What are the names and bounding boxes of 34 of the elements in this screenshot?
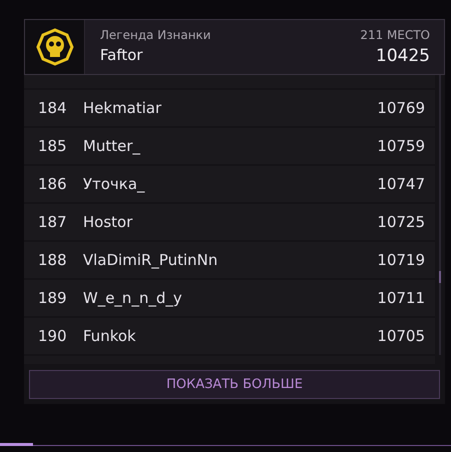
player-name: Уточка_ (83, 175, 146, 193)
leaderboard-row[interactable]: 187 Hostor 10725 (24, 204, 435, 240)
player-title: Легенда Изнанки (100, 28, 211, 42)
player-name: Mutter_ (83, 137, 142, 155)
player-name: Hekmatiar (83, 99, 162, 117)
skull-emblem-icon (36, 28, 74, 66)
score-value: 10769 (377, 99, 425, 117)
player-name: VlaDimiR_PutinNn (83, 251, 219, 269)
player-place: 211 МЕСТО (360, 28, 430, 42)
leaderboard-row[interactable]: 189 W_e_n_n_d_y 10711 (24, 280, 435, 316)
rank-number: 188 (38, 251, 68, 269)
player-name: Hostor (83, 213, 134, 231)
score-value: 10719 (377, 251, 425, 269)
score-value: 10747 (377, 175, 425, 193)
leaderboard-row[interactable]: 188 VlaDimiR_PutinNn 10719 (24, 242, 435, 278)
player-name: Funkok (83, 327, 137, 345)
player-score: 10425 (376, 46, 430, 66)
rank-number: 190 (38, 327, 68, 345)
player-name: W_e_n_n_d_y (83, 289, 183, 307)
rank-number: 186 (38, 175, 68, 193)
show-more-button[interactable]: ПОКАЗАТЬ БОЛЬШЕ (29, 370, 440, 399)
leaderboard-row[interactable]: 185 Mutter_ 10759 (24, 128, 435, 164)
score-value: 10705 (377, 327, 425, 345)
leaderboard-row[interactable]: 184 Hekmatiar 10769 (24, 90, 435, 126)
rank-number: 189 (38, 289, 68, 307)
rank-number: 187 (38, 213, 68, 231)
player-name: Faftor (100, 46, 144, 64)
leaderboard-row[interactable]: 190 Funkok 10705 (24, 318, 435, 354)
score-value: 10711 (377, 289, 425, 307)
rank-number: 184 (38, 99, 68, 117)
rank-number: 185 (38, 137, 68, 155)
score-value: 10725 (377, 213, 425, 231)
leaderboard-row[interactable]: 186 Уточка_ 10747 (24, 166, 435, 202)
score-value: 10759 (377, 137, 425, 155)
